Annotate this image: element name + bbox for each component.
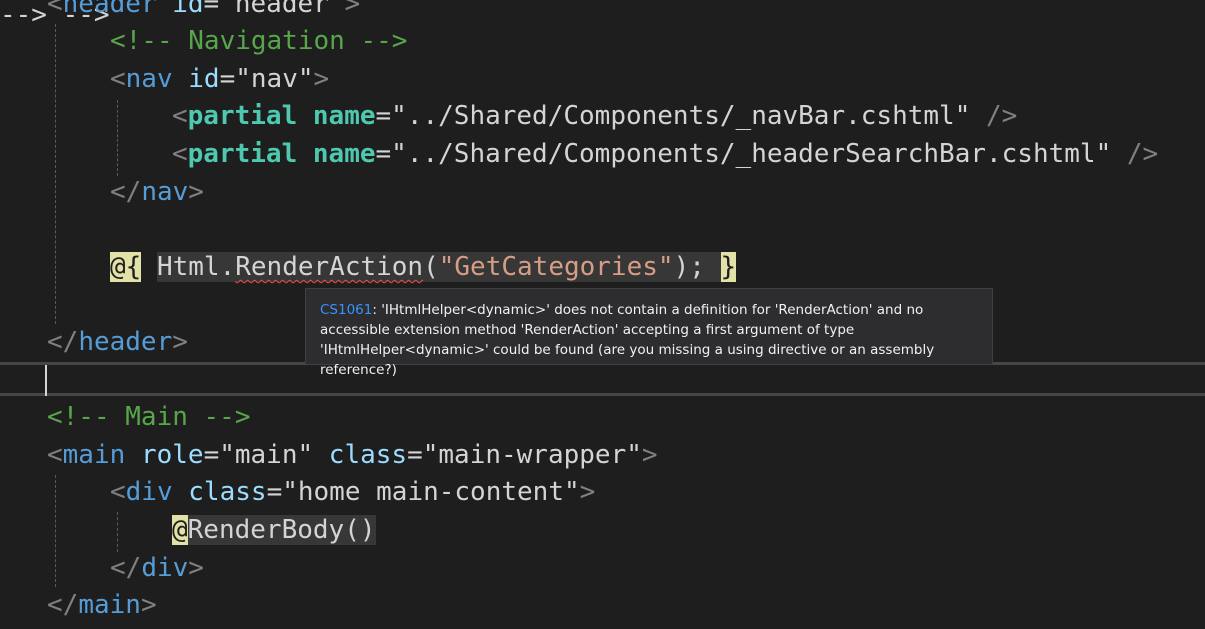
token-string: "main" [219, 440, 314, 470]
token-string: "../Shared/Components/_headerSearchBar.c… [391, 139, 1112, 169]
token-string: "main-wrapper" [422, 440, 642, 470]
code-editor[interactable]: <header id="header"> --> <!-- Navigation… [0, 0, 1205, 629]
token-component-attribute: name [312, 139, 376, 169]
token-punctuation: < [172, 101, 188, 131]
code-line-render-action[interactable]: @{ Html.RenderAction("GetCategories"); } [110, 249, 737, 286]
code-line-nav-close[interactable]: </nav> [110, 174, 204, 211]
token-tag: div [125, 477, 173, 507]
token-punctuation: < [110, 477, 126, 507]
token-razor-transition: @{ [110, 252, 142, 282]
token-punctuation: < [110, 64, 126, 94]
error-code-link[interactable]: CS1061 [320, 302, 372, 318]
token-equals: = [203, 440, 220, 470]
code-line-partial-navbar[interactable]: <partial name="../Shared/Components/_nav… [172, 98, 1017, 135]
token-equals: = [266, 477, 283, 507]
code-line-nav-open[interactable]: <nav id="nav"> [110, 61, 329, 98]
code-line-partial-search[interactable]: <partial name="../Shared/Components/_hea… [172, 136, 1158, 173]
token-attribute: role [140, 440, 204, 470]
token-punctuation: </ [47, 590, 79, 620]
token-attribute: class [188, 477, 267, 507]
token-attribute: class [328, 440, 408, 470]
razor-code-block: Html.RenderAction("GetCategories"); [156, 252, 721, 282]
token-comment: <!-- Main --> [47, 402, 251, 432]
code-line-header-open[interactable]: <header id="header"> [47, 0, 360, 23]
token-attribute: id [188, 64, 220, 94]
token-razor-transition: } [720, 252, 737, 282]
current-line-highlight [0, 362, 1205, 396]
token-punctuation: </ [110, 177, 142, 207]
token-dot: . [219, 252, 236, 282]
error-tooltip: CS1061: 'IHtmlHelper<dynamic>' does not … [305, 288, 993, 378]
token-tag: nav [125, 64, 173, 94]
indent-guide [55, 24, 56, 324]
token-equals: = [203, 0, 220, 19]
token-component: partial [187, 101, 298, 131]
token-tag: main [78, 590, 141, 620]
token-punctuation: < [47, 0, 63, 19]
token-string: "home main-content" [282, 477, 580, 507]
razor-code-block: RenderBody() [187, 515, 376, 545]
code-line-div-open[interactable]: <div class="home main-content"> [110, 474, 595, 511]
code-line-nav-comment[interactable]: <!-- Navigation --> [110, 23, 407, 60]
token-equals: = [219, 64, 236, 94]
code-line-header-close[interactable]: </header> [47, 324, 188, 361]
token-punctuation: < [47, 440, 63, 470]
text-caret [45, 365, 47, 396]
token-tag: header [78, 327, 173, 357]
token-punctuation: > [641, 440, 658, 470]
token-identifier: Html [156, 252, 220, 282]
error-squiggle-method[interactable]: RenderAction [235, 252, 423, 282]
token-comment: <!-- Navigation --> [110, 26, 408, 56]
token-tag: main [62, 440, 126, 470]
code-line-main-comment[interactable]: <!-- Main --> [47, 399, 251, 436]
token-string: "../Shared/Components/_navBar.cshtml" [391, 101, 971, 131]
token-punctuation: > [188, 177, 204, 207]
token-paren: () [344, 515, 376, 545]
token-punctuation: > [313, 64, 330, 94]
token-attribute: id [172, 0, 204, 19]
indent-guide [117, 100, 118, 176]
token-component-attribute: name [312, 101, 376, 131]
token-punctuation: /> [986, 101, 1018, 131]
code-line-render-body[interactable]: @RenderBody() [172, 512, 376, 549]
token-punctuation: > [172, 327, 188, 357]
token-string: "header" [219, 0, 345, 19]
token-string: "nav" [235, 64, 314, 94]
token-punctuation: > [344, 0, 361, 19]
code-line-main-close[interactable]: </main> [47, 587, 157, 624]
indent-guide [117, 512, 118, 552]
token-punctuation: > [140, 590, 157, 620]
token-punctuation: < [172, 139, 188, 169]
token-punctuation: </ [47, 327, 79, 357]
token-equals: = [407, 440, 423, 470]
token-punctuation: /> [1126, 139, 1159, 169]
token-method: RenderBody [187, 515, 345, 545]
token-tag: header [62, 0, 157, 19]
token-equals: = [375, 139, 392, 169]
token-component: partial [187, 139, 298, 169]
token-equals: = [375, 101, 392, 131]
code-line-div-close[interactable]: </div> [110, 550, 204, 587]
token-punctuation: > [579, 477, 596, 507]
token-punctuation: </ [110, 553, 142, 583]
token-punctuation: > [188, 553, 204, 583]
token-paren: ); [673, 252, 705, 282]
token-tag: div [141, 553, 189, 583]
token-razor-transition: @ [172, 515, 188, 545]
code-line-main-open[interactable]: <main role="main" class="main-wrapper"> [47, 437, 658, 474]
indent-guide [55, 475, 56, 587]
token-csharp-string: "GetCategories" [438, 252, 674, 282]
token-tag: nav [141, 177, 189, 207]
token-paren: ( [423, 252, 439, 282]
